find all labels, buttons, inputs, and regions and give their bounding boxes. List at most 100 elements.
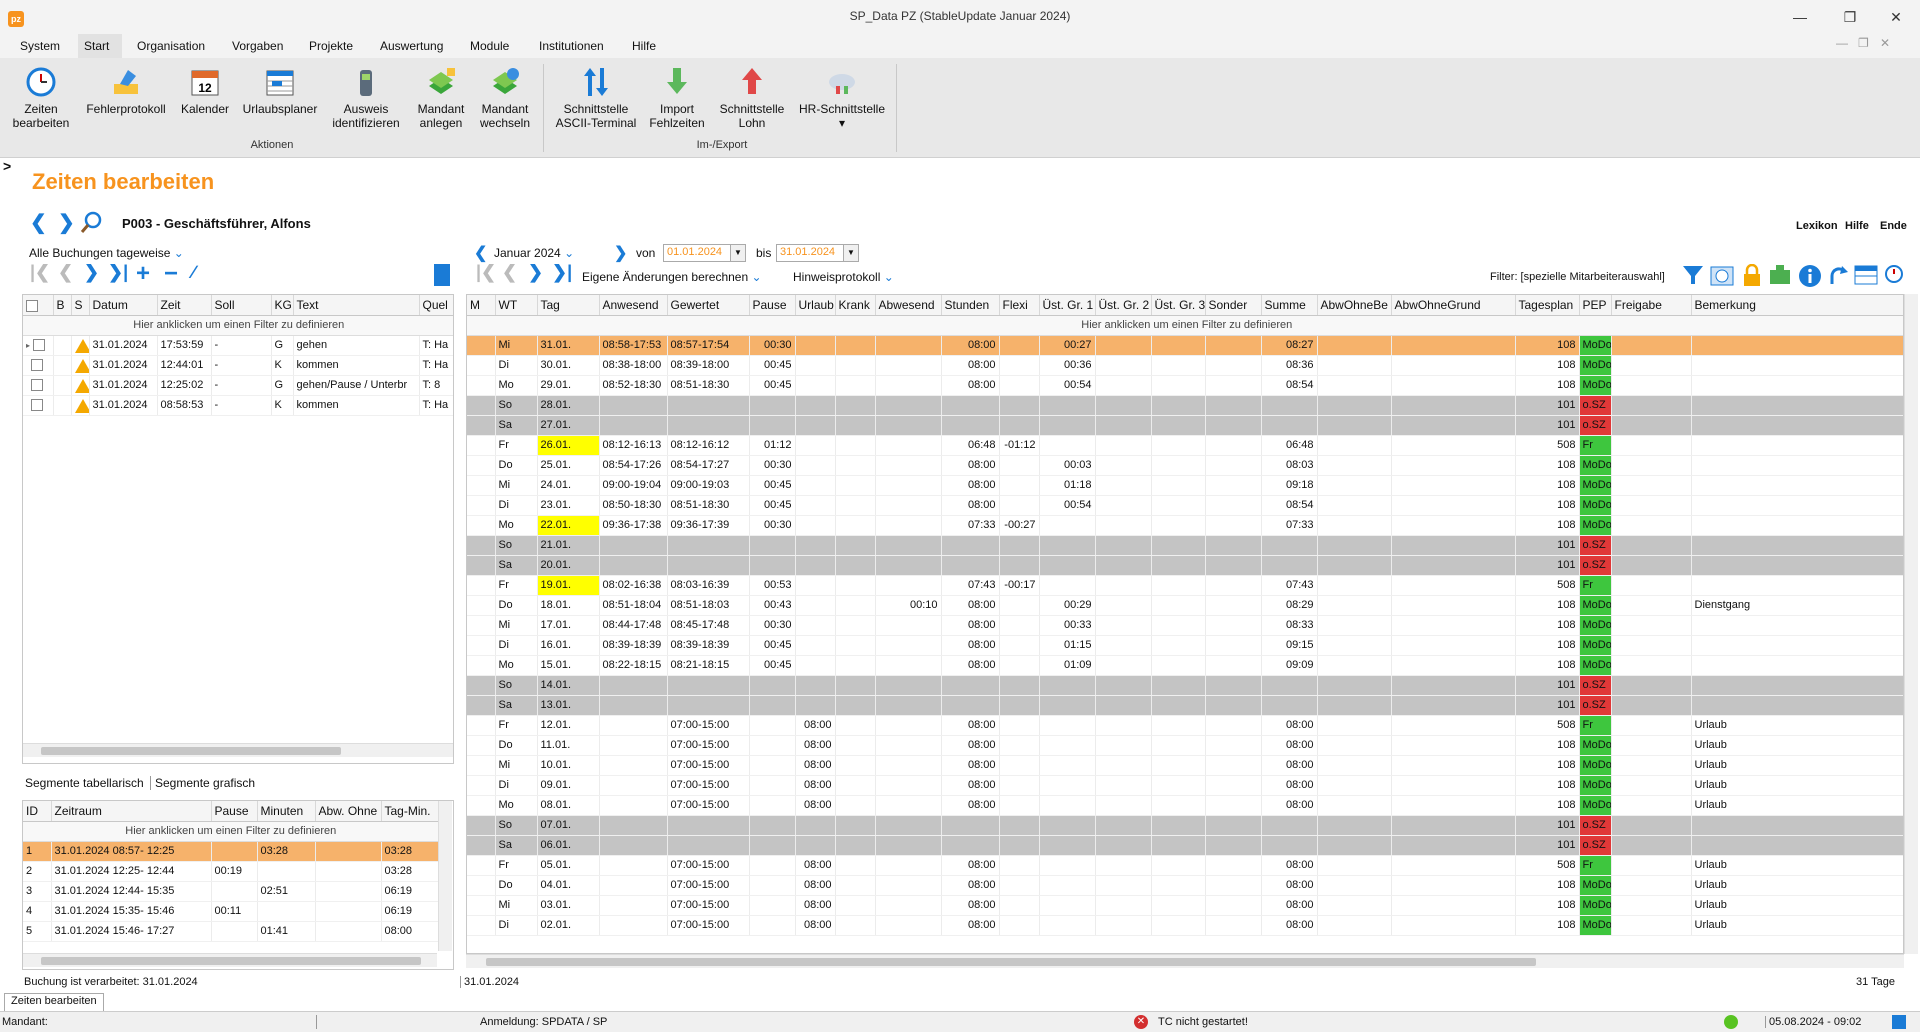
mandant-anlegen-button[interactable]: Mandant anlegen: [408, 66, 474, 148]
tab-zeiten-bearbeiten[interactable]: Zeiten bearbeiten: [4, 993, 104, 1011]
select-all-checkbox[interactable]: [23, 295, 54, 316]
hilfe-link[interactable]: Hilfe: [1845, 220, 1869, 232]
table-row[interactable]: Mo 29.01. 08:52-18:30 08:51-18:30 00:45 08:00…: [467, 375, 1903, 396]
prev-employee-icon[interactable]: ❮: [30, 210, 47, 235]
col-id[interactable]: ID: [23, 801, 52, 822]
filter-icon[interactable]: [1682, 264, 1704, 289]
col-header[interactable]: Stunden: [941, 295, 1000, 316]
month-select[interactable]: Januar 2024 ⌄: [494, 246, 574, 260]
first-day-icon[interactable]: |❮: [476, 262, 496, 283]
table-row[interactable]: So 28.01. 101 o.SZ: [467, 395, 1903, 416]
table-layout-icon[interactable]: [1854, 264, 1878, 289]
table-row[interactable]: 3 31.01.2024 12:44- 15:35 02:51 06:19: [23, 881, 440, 902]
col-header[interactable]: Flexi: [999, 295, 1040, 316]
col-pause[interactable]: Pause: [211, 801, 258, 822]
col-header[interactable]: Bemerkung: [1691, 295, 1903, 316]
table-row[interactable]: 5 31.01.2024 15:46- 17:27 01:41 08:00: [23, 921, 440, 942]
row-select-checkbox[interactable]: [23, 375, 54, 396]
tab-segmente-tabellarisch[interactable]: Segmente tabellarisch: [25, 776, 151, 790]
table-row[interactable]: Mi 10.01. 07:00-15:00 08:00 08:00 08:00 108 MoD…: [467, 755, 1903, 776]
timer-icon[interactable]: [1710, 264, 1734, 289]
col-header[interactable]: Üst. Gr. 2: [1095, 295, 1152, 316]
menu-start[interactable]: Start: [78, 34, 122, 58]
column-chooser-icon[interactable]: [434, 264, 450, 286]
table-row[interactable]: Do 04.01. 07:00-15:00 08:00 08:00 08:00 108 MoD…: [467, 875, 1903, 896]
edit-icon[interactable]: ∕: [192, 262, 195, 283]
col-header[interactable]: Urlaub: [795, 295, 836, 316]
table-row[interactable]: Di 09.01. 07:00-15:00 08:00 08:00 08:00 108 MoD…: [467, 775, 1903, 796]
table-row[interactable]: Mo 15.01. 08:22-18:15 08:21-18:15 00:45 08:00…: [467, 655, 1903, 676]
table-row[interactable]: Do 25.01. 08:54-17:26 08:54-17:27 00:30 08:00…: [467, 455, 1903, 476]
table-row[interactable]: 1 31.01.2024 08:57- 12:25 03:28 03:28: [23, 841, 440, 862]
lock-icon[interactable]: [1742, 263, 1762, 289]
table-row[interactable]: 31.01.2024 12:25:02- Ggehen/Pause / Unterb…: [23, 375, 453, 396]
restore-button[interactable]: ❐: [1830, 6, 1870, 28]
col-header[interactable]: M: [467, 295, 496, 316]
table-row[interactable]: So 21.01. 101 o.SZ: [467, 535, 1903, 556]
table-row[interactable]: Do 18.01. 08:51-18:04 08:51-18:03 00:43 00:10…: [467, 595, 1903, 616]
plugin-icon[interactable]: [1768, 264, 1792, 289]
bis-date-input[interactable]: 31.01.2024: [776, 244, 844, 262]
von-dropdown-icon[interactable]: ▼: [730, 244, 746, 262]
col-text[interactable]: Text: [293, 295, 420, 316]
table-row[interactable]: 31.01.2024 12:44:01- Kkommen T: Ha: [23, 355, 453, 376]
col-quel[interactable]: Quel: [419, 295, 453, 316]
table-row[interactable]: Mi 31.01. 08:58-17:53 08:57-17:54 00:30 08:00…: [467, 335, 1903, 356]
filter-row[interactable]: Hier anklicken um einen Filter zu defini…: [23, 315, 453, 336]
table-row[interactable]: Sa 20.01. 101 o.SZ: [467, 555, 1903, 576]
segments-vscroll[interactable]: [438, 801, 452, 951]
col-header[interactable]: Freigabe: [1611, 295, 1692, 316]
table-row[interactable]: Di 23.01. 08:50-18:30 08:51-18:30 00:45 08:00…: [467, 495, 1903, 516]
notification-icon[interactable]: [1892, 1015, 1906, 1029]
ende-link[interactable]: Ende: [1880, 220, 1907, 232]
bis-dropdown-icon[interactable]: ▼: [843, 244, 859, 262]
fehlerprotokoll-button[interactable]: Fehlerprotokoll: [84, 66, 168, 148]
table-row[interactable]: So 07.01. 101 o.SZ: [467, 815, 1903, 836]
table-row[interactable]: Mi 03.01. 07:00-15:00 08:00 08:00 08:00 108 MoD…: [467, 895, 1903, 916]
col-header[interactable]: Tag: [537, 295, 600, 316]
ausweis-identifizieren-button[interactable]: Ausweis identifizieren: [328, 66, 404, 148]
calendar-clock-icon[interactable]: [1884, 264, 1906, 289]
close-button[interactable]: ✕: [1876, 6, 1916, 28]
menu-organisation[interactable]: Organisation: [131, 34, 211, 58]
col-header[interactable]: Anwesend: [599, 295, 668, 316]
table-row[interactable]: Mo 08.01. 07:00-15:00 08:00 08:00 08:00 108 MoD…: [467, 795, 1903, 816]
table-row[interactable]: ▸ 31.01.2024 17:53:59- Ggehen T: Ha: [23, 335, 453, 356]
menu-module[interactable]: Module: [464, 34, 515, 58]
mdi-restore-icon[interactable]: ❐: [1858, 36, 1869, 50]
menu-hilfe[interactable]: Hilfe: [626, 34, 662, 58]
tab-segmente-grafisch[interactable]: Segmente grafisch: [155, 776, 255, 790]
lexikon-link[interactable]: Lexikon: [1796, 220, 1838, 232]
hinweisprotokoll-select[interactable]: Hinweisprotokoll ⌄: [793, 270, 894, 284]
search-icon[interactable]: [80, 210, 104, 237]
col-zeit[interactable]: Zeit: [157, 295, 212, 316]
eigene-aenderungen-select[interactable]: Eigene Änderungen berechnen ⌄: [582, 270, 762, 284]
mdi-close-icon[interactable]: ✕: [1880, 36, 1890, 50]
col-header[interactable]: Summe: [1261, 295, 1318, 316]
table-row[interactable]: 2 31.01.2024 12:25- 12:44 00:19 03:28: [23, 861, 440, 882]
import-fehlzeiten-button[interactable]: Import Fehlzeiten: [644, 66, 710, 148]
col-abw-ohne[interactable]: Abw. Ohne: [315, 801, 382, 822]
add-icon[interactable]: +: [136, 260, 150, 288]
col-b[interactable]: B: [53, 295, 72, 316]
menu-institutionen[interactable]: Institutionen: [533, 34, 610, 58]
col-soll[interactable]: Soll: [211, 295, 272, 316]
table-row[interactable]: Fr 19.01. 08:02-16:38 08:03-16:39 00:53 07:43…: [467, 575, 1903, 596]
col-datum[interactable]: Datum: [89, 295, 158, 316]
prev-record-icon[interactable]: ❮: [58, 262, 73, 283]
table-row[interactable]: Di 02.01. 07:00-15:00 08:00 08:00 08:00 108 MoD…: [467, 915, 1903, 936]
col-header[interactable]: Tagesplan: [1515, 295, 1580, 316]
col-header[interactable]: WT: [495, 295, 538, 316]
segments-hscroll[interactable]: [23, 953, 437, 967]
booking-mode-select[interactable]: Alle Buchungen tageweise ⌄: [29, 246, 184, 260]
next-record-icon[interactable]: ❯: [84, 262, 99, 283]
menu-projekte[interactable]: Projekte: [303, 34, 359, 58]
filter-row[interactable]: Hier anklicken um einen Filter zu defini…: [23, 821, 440, 842]
col-header[interactable]: Sonder: [1205, 295, 1262, 316]
prev-month-icon[interactable]: ❮: [474, 243, 487, 263]
col-s[interactable]: S: [71, 295, 90, 316]
col-minuten[interactable]: Minuten: [257, 801, 316, 822]
col-tag-min[interactable]: Tag-Min.: [381, 801, 440, 822]
last-record-icon[interactable]: ❯|: [108, 262, 128, 283]
table-row[interactable]: Sa 06.01. 101 o.SZ: [467, 835, 1903, 856]
